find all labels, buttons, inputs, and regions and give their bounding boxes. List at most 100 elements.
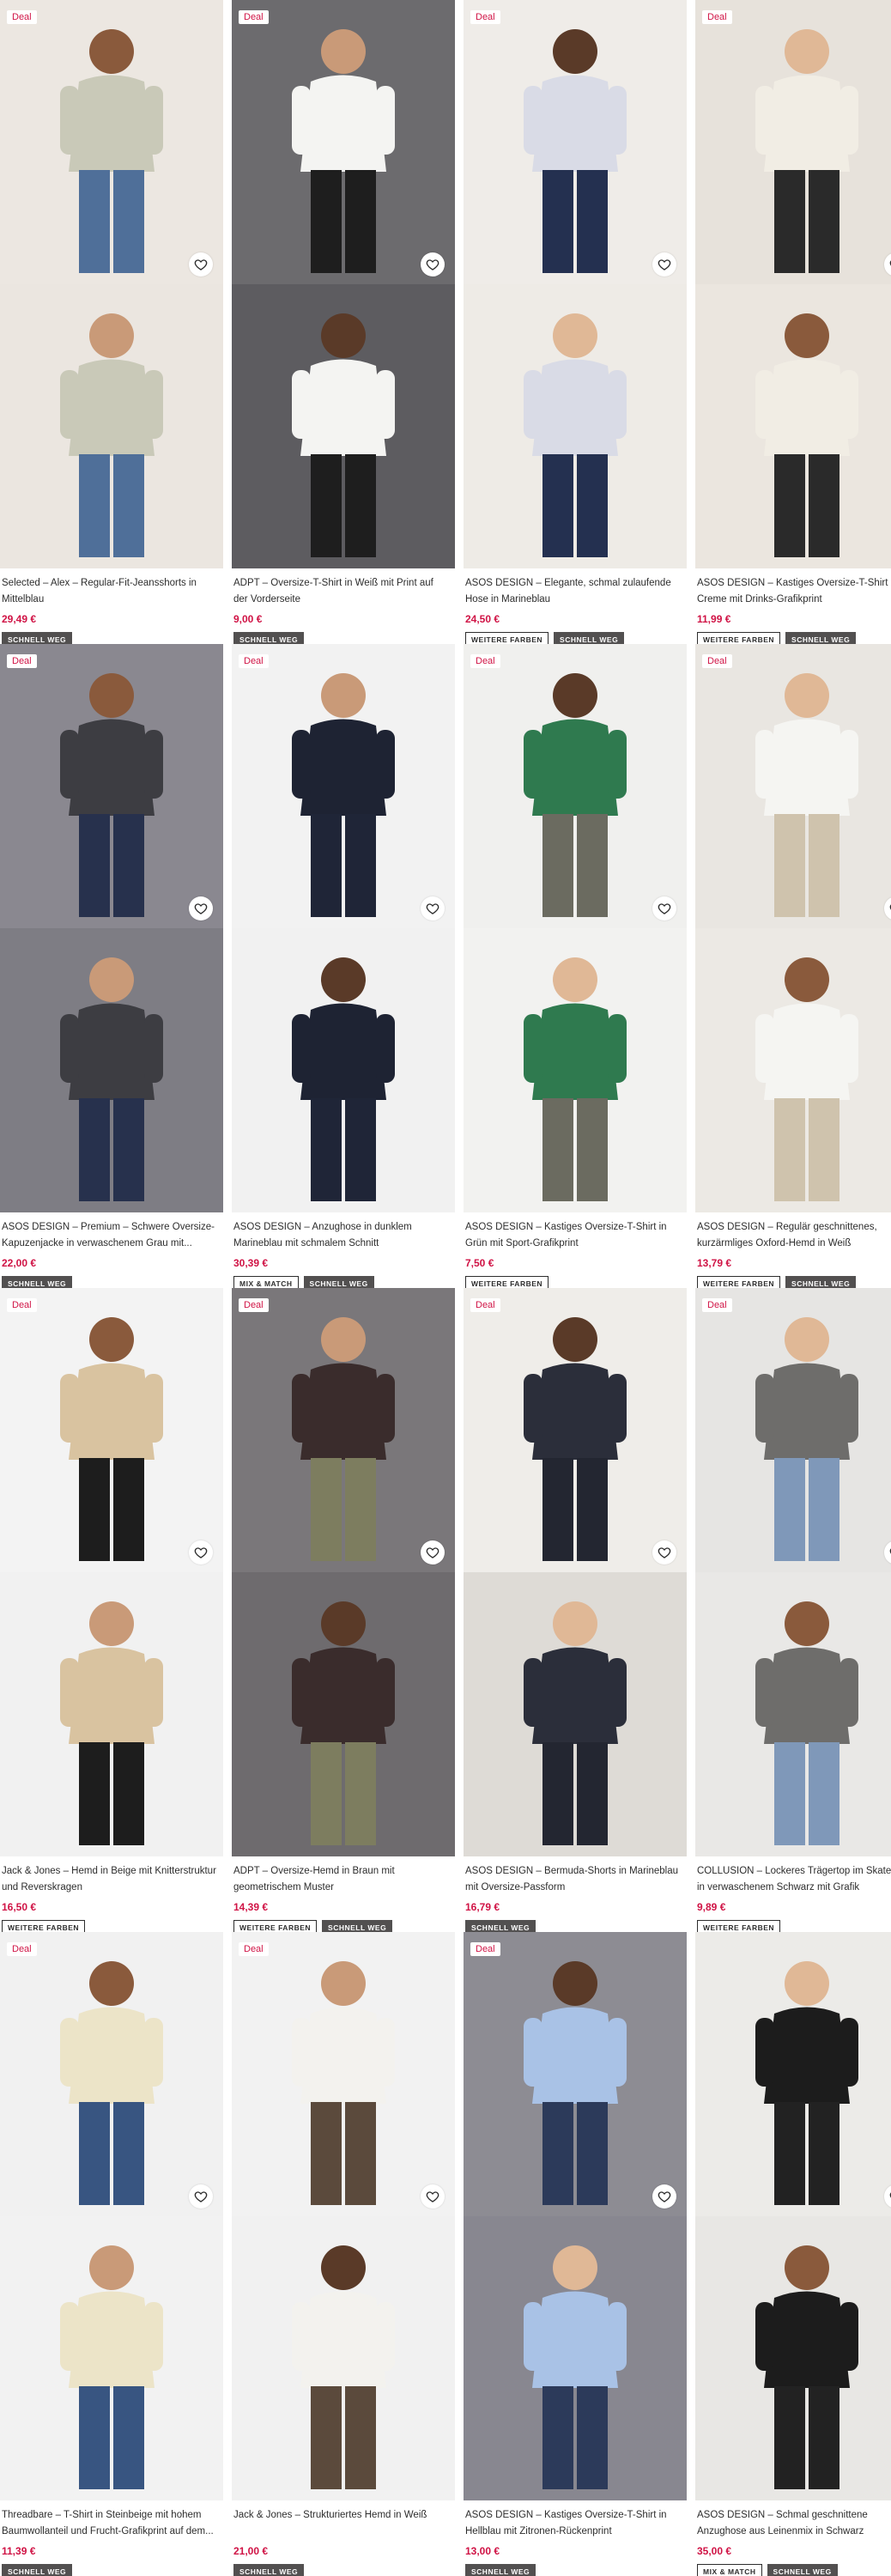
product-card[interactable]: Deal Jack & Jones – Hemd in Beige mit Kni… (0, 1288, 223, 1932)
wishlist-button[interactable] (189, 1540, 213, 1564)
product-title[interactable]: Selected – Alex – Regular-Fit-Jeansshort… (2, 575, 218, 608)
product-image[interactable]: Deal (464, 1288, 687, 1856)
wishlist-button[interactable] (421, 1540, 445, 1564)
product-price: 9,00 € (233, 613, 263, 625)
product-image[interactable] (695, 1932, 891, 2500)
product-title[interactable]: ASOS DESIGN – Elegante, schmal zulaufend… (465, 575, 682, 608)
product-image[interactable]: Deal (695, 0, 891, 568)
product-title[interactable]: Threadbare – T-Shirt in Steinbeige mit h… (2, 2507, 218, 2540)
product-image[interactable]: Deal (0, 0, 223, 568)
more-colours-badge: WEITERE FARBEN (465, 632, 549, 644)
product-card[interactable]: Deal ASOS DESIGN – Elegante, schmal zulau… (464, 0, 687, 644)
product-title[interactable]: ADPT – Oversize-Hemd in Braun mit geomet… (233, 1863, 450, 1896)
product-price: 13,79 € (697, 1257, 732, 1269)
product-image[interactable]: Deal (695, 1288, 891, 1856)
product-image[interactable]: Deal (0, 644, 223, 1212)
product-card[interactable]: Deal ASOS DESIGN – Kastiges Oversize-T-Sh… (695, 0, 891, 644)
deal-badge: Deal (239, 1942, 269, 1956)
deal-badge: Deal (7, 1298, 37, 1312)
product-title[interactable]: ASOS DESIGN – Schmal geschnittene Anzugh… (697, 2507, 891, 2540)
product-title[interactable]: ASOS DESIGN – Bermuda-Shorts in Marinebl… (465, 1863, 682, 1896)
product-card[interactable]: Deal Jack & Jones – Strukturiertes Hemd i… (232, 1932, 455, 2576)
product-title[interactable]: ASOS DESIGN – Anzughose in dunklem Marin… (233, 1219, 450, 1252)
product-title[interactable]: Jack & Jones – Hemd in Beige mit Knitter… (2, 1863, 218, 1896)
product-badges: WEITERE FARBEN SCHNELL WEG (233, 1920, 453, 1932)
wishlist-button[interactable] (652, 2184, 676, 2208)
product-image[interactable]: Deal (232, 0, 455, 568)
product-photo-front (464, 0, 687, 284)
product-card[interactable]: Deal ASOS DESIGN – Premium – Schwere Over… (0, 644, 223, 1288)
product-card[interactable]: Deal Threadbare – T-Shirt in Steinbeige m… (0, 1932, 223, 2576)
product-photo-alt (695, 1572, 891, 1856)
product-card[interactable]: Deal ASOS DESIGN – Kastiges Oversize-T-Sh… (464, 1932, 687, 2576)
product-price: 16,79 € (465, 1901, 500, 1913)
product-grid: Deal Selected – Alex – Regular-Fit-Jeanss… (0, 0, 891, 2576)
more-colours-badge: WEITERE FARBEN (697, 1920, 781, 1932)
product-badges: WEITERE FARBEN SCHNELL WEG (465, 632, 685, 644)
product-card[interactable]: Deal COLLUSION – Lockeres Trägertop im Sk… (695, 1288, 891, 1932)
product-photo-front (695, 1932, 891, 2216)
selling-fast-badge: SCHNELL WEG (465, 1920, 536, 1932)
wishlist-button[interactable] (421, 2184, 445, 2208)
product-title[interactable]: COLLUSION – Lockeres Trägertop im Skater… (697, 1863, 891, 1896)
product-title[interactable]: ASOS DESIGN – Kastiges Oversize-T-Shirt … (697, 575, 891, 608)
product-photo-front (232, 1288, 455, 1572)
product-photo-alt (232, 928, 455, 1212)
wishlist-button[interactable] (652, 252, 676, 276)
heart-icon (658, 903, 671, 914)
product-badges: MIX & MATCH SCHNELL WEG (697, 2564, 891, 2576)
product-price: 21,00 € (233, 2545, 269, 2557)
deal-badge: Deal (702, 654, 732, 668)
wishlist-button[interactable] (421, 252, 445, 276)
product-badges: SCHNELL WEG (2, 1276, 221, 1288)
product-image[interactable]: Deal (0, 1932, 223, 2500)
product-image[interactable]: Deal (0, 1288, 223, 1856)
product-badges: SCHNELL WEG (233, 632, 453, 644)
more-colours-badge: WEITERE FARBEN (2, 1920, 86, 1932)
product-title[interactable]: ASOS DESIGN – Kastiges Oversize-T-Shirt … (465, 2507, 682, 2540)
product-badges: WEITERE FARBEN SCHNELL WEG (697, 632, 891, 644)
product-title[interactable]: Jack & Jones – Strukturiertes Hemd in We… (233, 2507, 450, 2540)
product-card[interactable]: Deal ASOS DESIGN – Regulär geschnittenes,… (695, 644, 891, 1288)
wishlist-button[interactable] (189, 252, 213, 276)
deal-badge: Deal (7, 654, 37, 668)
product-image[interactable]: Deal (464, 0, 687, 568)
product-card[interactable]: Deal ADPT – Oversize-Hemd in Braun mit ge… (232, 1288, 455, 1932)
product-photo-front (464, 1288, 687, 1572)
product-image[interactable]: Deal (695, 644, 891, 1212)
product-badges: WEITERE FARBEN (2, 1920, 221, 1932)
product-title[interactable]: ASOS DESIGN – Premium – Schwere Oversize… (2, 1219, 218, 1252)
product-title[interactable]: ASOS DESIGN – Kastiges Oversize-T-Shirt … (465, 1219, 682, 1252)
product-price: 35,00 € (697, 2545, 732, 2557)
deal-badge: Deal (470, 1942, 500, 1956)
deal-badge: Deal (470, 654, 500, 668)
wishlist-button[interactable] (421, 896, 445, 920)
selling-fast-badge: SCHNELL WEG (554, 632, 625, 644)
heart-icon (426, 903, 439, 914)
product-card[interactable]: Deal Selected – Alex – Regular-Fit-Jeanss… (0, 0, 223, 644)
product-photo-front (232, 644, 455, 928)
deal-badge: Deal (7, 10, 37, 24)
product-image[interactable]: Deal (464, 644, 687, 1212)
product-title[interactable]: ADPT – Oversize-T-Shirt in Weiß mit Prin… (233, 575, 450, 608)
product-card[interactable]: Deal ADPT – Oversize-T-Shirt in Weiß mit … (232, 0, 455, 644)
product-badges: SCHNELL WEG (465, 2564, 685, 2576)
product-photo-front (232, 0, 455, 284)
product-card[interactable]: Deal ASOS DESIGN – Anzughose in dunklem M… (232, 644, 455, 1288)
product-card[interactable]: Deal ASOS DESIGN – Kastiges Oversize-T-Sh… (464, 644, 687, 1288)
wishlist-button[interactable] (652, 896, 676, 920)
product-price: 30,39 € (233, 1257, 269, 1269)
product-image[interactable]: Deal (464, 1932, 687, 2500)
product-title[interactable]: ASOS DESIGN – Regulär geschnittenes, kur… (697, 1219, 891, 1252)
product-photo-alt (232, 2216, 455, 2500)
wishlist-button[interactable] (189, 2184, 213, 2208)
product-image[interactable]: Deal (232, 1932, 455, 2500)
product-card[interactable]: ASOS DESIGN – Schmal geschnittene Anzugh… (695, 1932, 891, 2576)
heart-icon (194, 259, 208, 270)
more-colours-badge: WEITERE FARBEN (697, 1276, 781, 1288)
wishlist-button[interactable] (189, 896, 213, 920)
product-image[interactable]: Deal (232, 1288, 455, 1856)
wishlist-button[interactable] (652, 1540, 676, 1564)
product-card[interactable]: Deal ASOS DESIGN – Bermuda-Shorts in Mari… (464, 1288, 687, 1932)
product-image[interactable]: Deal (232, 644, 455, 1212)
